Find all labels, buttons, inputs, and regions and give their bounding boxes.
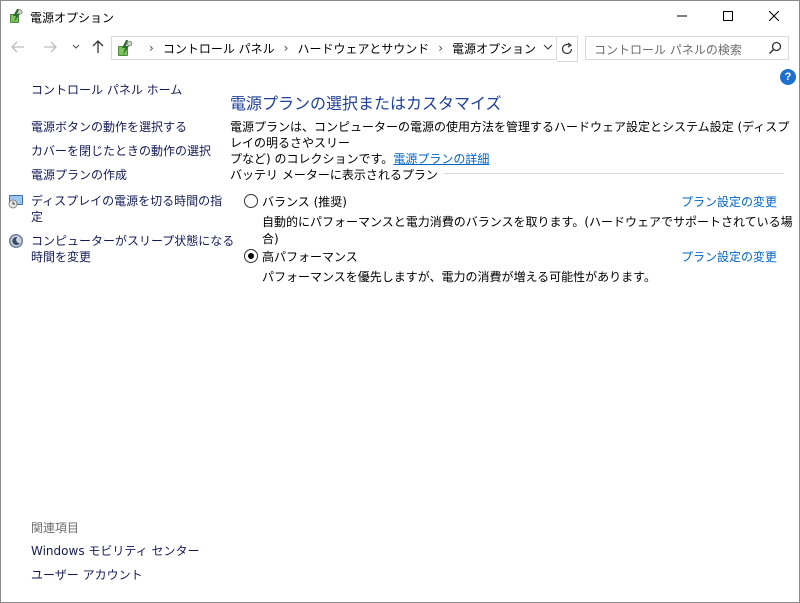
user-accounts-link[interactable]: ユーザー アカウント (31, 567, 143, 583)
power-options-icon (10, 9, 23, 23)
plan-balanced-desc: 自動的にパフォーマンスと電力消費のバランスを取ります。(ハードウェアでサポートさ… (262, 215, 793, 246)
close-button[interactable] (751, 1, 797, 31)
display-off-time-link-line1[interactable]: ディスプレイの電源を切る時間の指 (31, 193, 222, 209)
plan-high-performance-desc: パフォーマンスを優先しますが、電力の消費が増える可能性があります。 (262, 270, 656, 284)
minimize-button[interactable] (659, 1, 705, 31)
forward-arrow-icon (44, 41, 57, 53)
search-icon[interactable] (768, 41, 782, 55)
windows-mobility-center-link[interactable]: Windows モビリティ センター (31, 543, 199, 559)
address-bar[interactable]: › コントロール パネル › ハードウェアとサウンド › 電源オプション (111, 36, 557, 60)
sleep-time-link-line1[interactable]: コンピューターがスリープ状態になる (31, 233, 234, 249)
refresh-icon (561, 42, 573, 55)
chevron-right-icon: › (149, 41, 154, 55)
control-panel-home-link[interactable]: コントロール パネル ホーム (31, 82, 182, 98)
plan-balanced-name[interactable]: バランス (推奨) (262, 193, 347, 210)
display-icon (8, 195, 23, 209)
breadcrumb-hardware-sound[interactable]: ハードウェアとサウンド (297, 40, 429, 57)
forward-button[interactable] (41, 38, 59, 56)
choose-power-button-link[interactable]: 電源ボタンの動作を選択する (31, 119, 187, 135)
description-line2-text: プなど) のコレクションです。 (230, 152, 394, 166)
back-button[interactable] (9, 38, 27, 56)
window-title: 電源オプション (30, 11, 115, 25)
plan-high-performance-radio[interactable] (244, 249, 258, 263)
breadcrumb: › コントロール パネル › ハードウェアとサウンド › 電源オプション (140, 37, 536, 59)
minimize-icon (677, 15, 687, 17)
power-options-icon (118, 40, 133, 56)
chevron-right-icon[interactable]: › (438, 41, 443, 55)
maximize-button[interactable] (705, 1, 751, 31)
history-chevron-icon (72, 44, 80, 49)
maximize-icon (723, 11, 733, 21)
address-dropdown-icon[interactable] (542, 41, 554, 53)
sleep-time-link-line2[interactable]: 時間を変更 (31, 249, 91, 265)
chevron-right-icon[interactable]: › (284, 41, 289, 55)
title-bar: 電源オプション (1, 1, 799, 31)
help-icon[interactable]: ? (780, 69, 796, 85)
breadcrumb-control-panel[interactable]: コントロール パネル (163, 40, 275, 57)
choose-lid-close-link[interactable]: カバーを閉じたときの動作の選択 (31, 143, 211, 159)
up-arrow-icon (92, 40, 104, 53)
description-line1: 電源プランは、コンピューターの電源の使用方法を管理するハードウェア設定とシステム… (230, 120, 790, 150)
related-items-heading: 関連項目 (31, 521, 80, 535)
create-power-plan-link[interactable]: 電源プランの作成 (31, 167, 127, 183)
page-title: 電源プランの選択またはカスタマイズ (230, 94, 502, 113)
display-off-time-link-line2[interactable]: 定 (31, 209, 43, 225)
up-button[interactable] (89, 38, 107, 56)
section-heading: バッテリ メーターに表示されるプラン (230, 166, 444, 183)
recent-locations-button[interactable] (67, 38, 85, 56)
refresh-button[interactable] (557, 36, 578, 62)
search-input[interactable]: コントロール パネルの検索 (585, 36, 789, 60)
power-options-window: 電源オプション › コントロール パネル › ハードウェアとサウンド › 電源オ… (0, 0, 800, 603)
back-arrow-icon (11, 41, 24, 53)
description-line2: プなど) のコレクションです。電源プランの詳細 (230, 151, 790, 167)
breadcrumb-power-options[interactable]: 電源オプション (452, 40, 536, 57)
power-plan-details-link[interactable]: 電源プランの詳細 (393, 152, 489, 166)
search-placeholder: コントロール パネルの検索 (594, 43, 742, 57)
plan-balanced-radio[interactable] (244, 194, 258, 208)
plan-high-performance-name[interactable]: 高パフォーマンス (262, 248, 358, 265)
description: 電源プランは、コンピューターの電源の使用方法を管理するハードウェア設定とシステム… (230, 119, 790, 167)
plan-balanced-change-link[interactable]: プラン設定の変更 (681, 193, 777, 210)
plan-high-performance-change-link[interactable]: プラン設定の変更 (681, 248, 777, 265)
sleep-icon (9, 234, 23, 248)
close-icon (769, 11, 779, 21)
